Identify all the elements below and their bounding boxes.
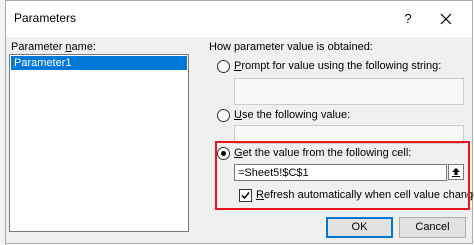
use-value-radio-label[interactable]: Use the following value: — [234, 109, 350, 121]
title-bar: Parameters ? — [6, 1, 472, 37]
close-icon — [440, 13, 452, 25]
prompt-radio[interactable] — [217, 60, 230, 73]
close-button[interactable] — [436, 9, 456, 29]
parameter-list[interactable]: Parameter1 — [9, 54, 189, 232]
cell-option-highlight — [215, 141, 470, 210]
value-source-group-label: How parameter value is obtained: — [209, 41, 373, 53]
prompt-string-input[interactable] — [234, 78, 464, 105]
dialog-title: Parameters — [14, 11, 77, 25]
help-button[interactable]: ? — [398, 9, 418, 29]
prompt-radio-label[interactable]: Prompt for value using the following str… — [234, 60, 441, 72]
cancel-button[interactable]: Cancel — [399, 217, 466, 238]
list-item-parameter1[interactable]: Parameter1 — [11, 56, 187, 70]
use-value-radio[interactable] — [217, 109, 230, 122]
ok-button[interactable]: OK — [326, 217, 393, 238]
parameters-dialog: Parameters ? Parameter name: Parameter1 … — [5, 0, 474, 244]
parameter-name-label: Parameter name: — [11, 41, 97, 53]
